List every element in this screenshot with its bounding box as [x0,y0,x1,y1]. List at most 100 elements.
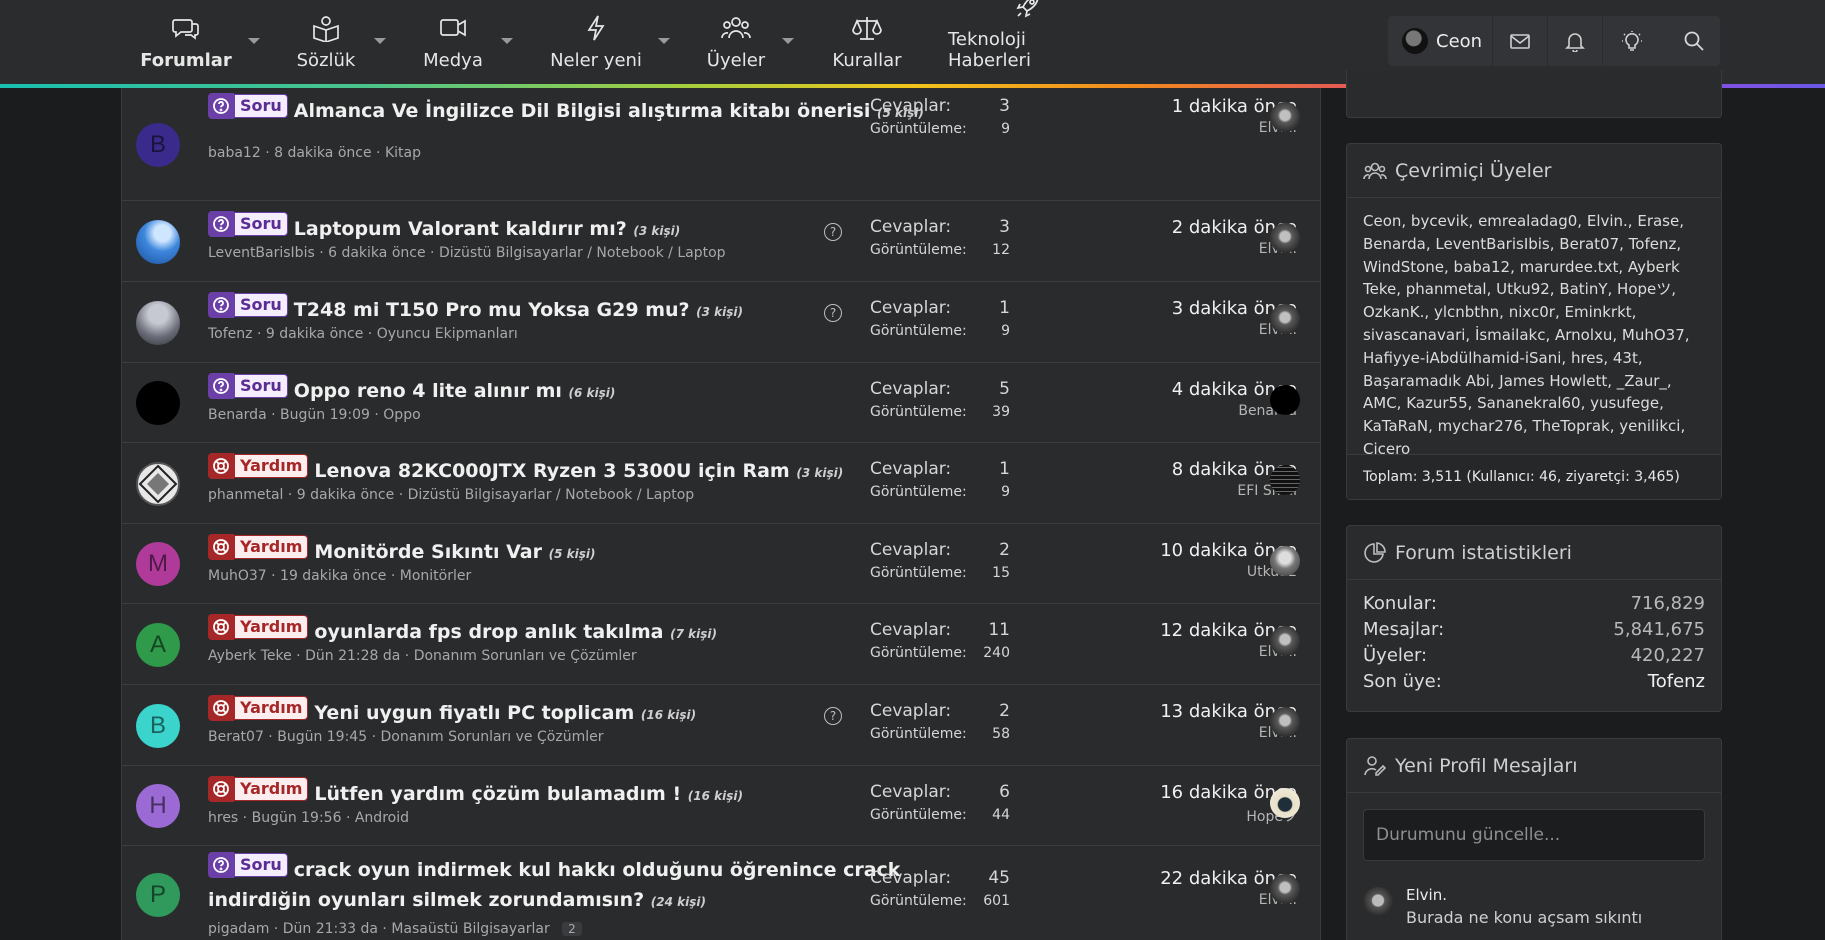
thread-forum[interactable]: Dizüstü Bilgisayarlar / Notebook / Lapto… [439,245,726,261]
nav-medya[interactable]: Medya [418,0,488,84]
thread-title[interactable]: Soru Oppo reno 4 lite alınır mı (6 kişi) [208,373,968,408]
last-poster-avatar[interactable] [1270,102,1300,132]
last-post-user[interactable]: Elvin. [1082,241,1297,257]
last-post-time[interactable]: 2 dakika önce [1082,217,1297,238]
last-poster-avatar[interactable] [1270,707,1300,737]
prefix-badge[interactable]: Soru [208,373,288,399]
chevron-down-icon[interactable] [501,38,513,44]
last-post-user[interactable]: Hopeツ [1082,806,1297,826]
thread-forum[interactable]: Monitörler [400,568,471,584]
thread-author[interactable]: baba12 [208,145,261,161]
avatar[interactable]: M [136,542,180,586]
last-post-user[interactable]: Elvin. [1082,725,1297,741]
thread-title[interactable]: Soru T248 mi T150 Pro mu Yoksa G29 mu? (3… [208,292,968,327]
thread-date[interactable]: 9 dakika önce [266,326,363,342]
thread-title[interactable]: Yardım oyunlarda fps drop anlık takılma (… [208,614,968,649]
last-post-user[interactable]: Utku92 [1082,564,1297,580]
thread-author[interactable]: phanmetal [208,487,283,503]
last-post-user[interactable]: Elvin. [1082,322,1297,338]
prefix-badge[interactable]: Yardım [208,453,309,479]
thread-date[interactable]: Bugün 19:45 [277,729,367,745]
prefix-badge[interactable]: Yardım [208,534,309,560]
nav-sozluk[interactable]: Sözlük [292,0,360,84]
status-update-input[interactable]: Durumunu güncelle... [1363,809,1705,861]
thread-date[interactable]: 19 dakika önce [280,568,386,584]
nav-neler-yeni[interactable]: Neler yeni [548,0,644,84]
avatar[interactable] [136,301,180,345]
thread-date[interactable]: Dün 21:33 da [283,921,378,937]
thread-forum[interactable]: Donanım Sorunları ve Çözümler [380,729,603,745]
thread-title[interactable]: Yardım Monitörde Sıkıntı Var (5 kişi) [208,534,968,569]
thread-title[interactable]: Yardım Yeni uygun fiyatlı PC toplicam (16… [208,695,968,730]
last-post-time[interactable]: 10 dakika önce [1082,540,1297,561]
chevron-down-icon[interactable] [374,38,386,44]
thread-forum[interactable]: Dizüstü Bilgisayarlar / Notebook / Lapto… [408,487,695,503]
last-poster-avatar[interactable] [1270,626,1300,656]
thread-forum[interactable]: Oppo [383,407,420,423]
prefix-badge[interactable]: Yardım [208,614,309,640]
last-poster-avatar[interactable] [1270,546,1300,576]
thread-author[interactable]: LeventBarisIbis [208,245,315,261]
last-poster-avatar[interactable] [1270,385,1300,415]
nav-kurallar[interactable]: Kurallar [829,0,905,84]
thread-author[interactable]: pigadam [208,921,269,937]
last-post-time[interactable]: 16 dakika önce [1082,782,1297,803]
nav-uyeler[interactable]: Üyeler [703,0,769,84]
last-post-time[interactable]: 13 dakika önce [1082,701,1297,722]
chevron-down-icon[interactable] [782,38,794,44]
last-poster-avatar[interactable] [1270,304,1300,334]
last-post-user[interactable]: Elvin. [1082,120,1297,136]
online-members-list[interactable]: Ceon, bycevik, emrealadag0, Elvin., Eras… [1347,198,1721,473]
avatar[interactable] [1363,887,1393,917]
avatar[interactable]: H [136,784,180,828]
thread-author[interactable]: MuhO37 [208,568,267,584]
last-post-time[interactable]: 1 dakika önce [1082,96,1297,117]
thread-date[interactable]: Bugün 19:09 [280,407,370,423]
nav-forumlar[interactable]: Forumlar [140,0,232,84]
avatar[interactable]: P [136,873,180,917]
style-toggle-button[interactable] [1602,16,1660,66]
latest-member-link[interactable]: Tofenz [1648,669,1705,695]
thread-author[interactable]: Benarda [208,407,267,423]
profile-post-user[interactable]: Elvin. [1406,886,1447,904]
last-post-user[interactable]: Elvin. [1082,892,1297,908]
last-post-time[interactable]: 3 dakika önce [1082,298,1297,319]
last-poster-avatar[interactable] [1270,465,1300,495]
last-poster-avatar[interactable] [1270,788,1300,818]
thread-title[interactable]: Soru crack oyun indirmek kul hakkı olduğu… [208,852,968,917]
prefix-badge[interactable]: Soru [208,211,288,237]
prefix-badge[interactable]: Soru [208,93,288,119]
user-account-link[interactable]: Ceon [1388,16,1492,66]
thread-author[interactable]: Berat07 [208,729,264,745]
thread-title[interactable]: Soru Laptopum Valorant kaldırır mı? (3 ki… [208,211,968,246]
thread-forum[interactable]: Masaüstü Bilgisayarlar [391,921,549,937]
help-icon[interactable]: ? [824,707,842,725]
thread-date[interactable]: 6 dakika önce [328,245,425,261]
prefix-badge[interactable]: Yardım [208,776,309,802]
thread-title[interactable]: Yardım Lenova 82KC000JTX Ryzen 3 5300U iç… [208,453,968,488]
thread-date[interactable]: 9 dakika önce [297,487,394,503]
thread-author[interactable]: hres [208,810,238,826]
avatar[interactable] [136,220,180,264]
last-post-time[interactable]: 4 dakika önce [1082,379,1297,400]
thread-forum[interactable]: Android [355,810,409,826]
last-poster-avatar[interactable] [1270,223,1300,253]
chevron-down-icon[interactable] [248,38,260,44]
avatar[interactable]: B [136,123,180,167]
last-post-user[interactable]: Elvin. [1082,644,1297,660]
thread-forum[interactable]: Oyuncu Ekipmanları [377,326,518,342]
page-link[interactable]: 2 [562,922,582,936]
avatar[interactable]: A [136,623,180,667]
avatar[interactable] [136,462,180,506]
thread-date[interactable]: Dün 21:28 da [305,648,400,664]
thread-forum[interactable]: Kitap [385,145,421,161]
prefix-badge[interactable]: Yardım [208,695,309,721]
thread-date[interactable]: 8 dakika önce [274,145,371,161]
last-post-time[interactable]: 12 dakika önce [1082,620,1297,641]
thread-author[interactable]: Tofenz [208,326,253,342]
prefix-badge[interactable]: Soru [208,292,288,318]
avatar[interactable] [136,381,180,425]
alerts-button[interactable] [1547,16,1602,66]
last-poster-avatar[interactable] [1270,874,1300,904]
last-post-user[interactable]: Benarda [1082,403,1297,419]
